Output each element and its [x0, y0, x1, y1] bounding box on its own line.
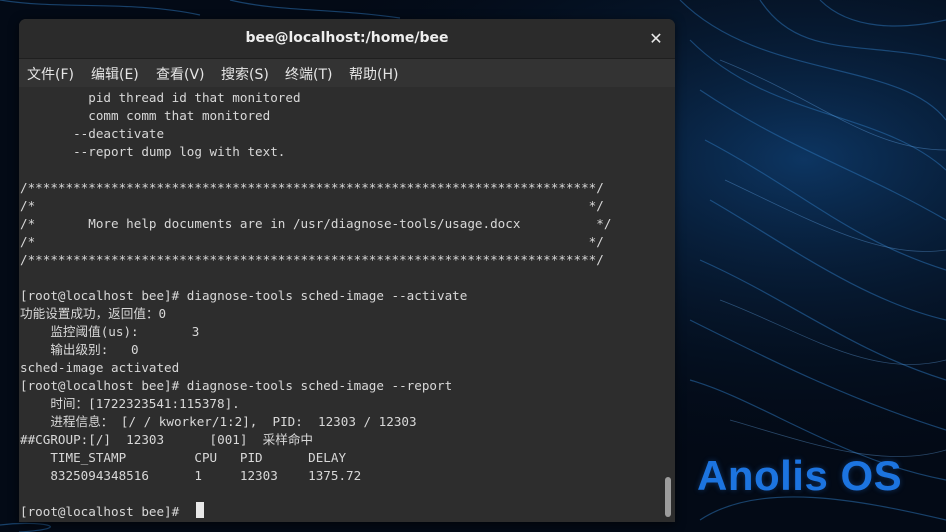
terminal-line: TIME_STAMP CPU PID DELAY	[20, 450, 347, 465]
terminal-line: 功能设置成功，返回值：0	[20, 306, 167, 321]
window-title: bee@localhost:/home/bee	[245, 30, 449, 46]
text-cursor	[196, 502, 204, 518]
terminal-prompt: [root@localhost bee]#	[20, 504, 187, 519]
terminal-output[interactable]: pid thread id that monitored comm comm t…	[19, 87, 675, 522]
menu-bar: 文件(F) 编辑(E) 查看(V) 搜索(S) 终端(T) 帮助(H)	[19, 59, 675, 87]
terminal-line: --report dump log with text.	[20, 144, 286, 159]
terminal-line: 8325094348516 1 12303 1375.72	[20, 468, 362, 483]
terminal-line: /* */	[20, 198, 604, 213]
scrollbar-thumb[interactable]	[665, 477, 671, 517]
terminal-line: --deactivate	[20, 126, 165, 141]
terminal-line: 输出级别: 0	[20, 342, 139, 357]
terminal-line: /* More help documents are in /usr/diagn…	[20, 216, 612, 231]
brand-logo-text: Anolis OS	[697, 452, 903, 499]
menu-view[interactable]: 查看(V)	[156, 64, 205, 84]
terminal-line: [root@localhost bee]# diagnose-tools sch…	[20, 378, 453, 393]
terminal-line: 进程信息： [/ / kworker/1:2], PID: 12303 / 12…	[20, 414, 417, 429]
terminal-window: bee@localhost:/home/bee ✕ 文件(F) 编辑(E) 查看…	[19, 19, 675, 522]
terminal-line: 监控阈值(us): 3	[20, 324, 200, 339]
terminal-line: [root@localhost bee]# diagnose-tools sch…	[20, 288, 468, 303]
menu-terminal[interactable]: 终端(T)	[285, 64, 332, 84]
terminal-line: sched-image activated	[20, 360, 180, 375]
terminal-line: /* */	[20, 234, 604, 249]
terminal-line: pid thread id that monitored	[20, 90, 301, 105]
terminal-line: /***************************************…	[20, 252, 604, 267]
window-titlebar[interactable]: bee@localhost:/home/bee ✕	[19, 19, 675, 59]
close-button[interactable]: ✕	[645, 28, 667, 50]
menu-edit[interactable]: 编辑(E)	[91, 64, 139, 84]
terminal-line: /***************************************…	[20, 180, 604, 195]
close-icon: ✕	[649, 29, 663, 48]
terminal-line: comm comm that monitored	[20, 108, 271, 123]
menu-file[interactable]: 文件(F)	[27, 64, 74, 84]
menu-help[interactable]: 帮助(H)	[349, 64, 398, 84]
terminal-line: 时间：[1722323541:115378].	[20, 396, 240, 411]
menu-search[interactable]: 搜索(S)	[221, 64, 269, 84]
terminal-line: ##CGROUP:[/] 12303 [001] 采样命中	[20, 432, 314, 447]
